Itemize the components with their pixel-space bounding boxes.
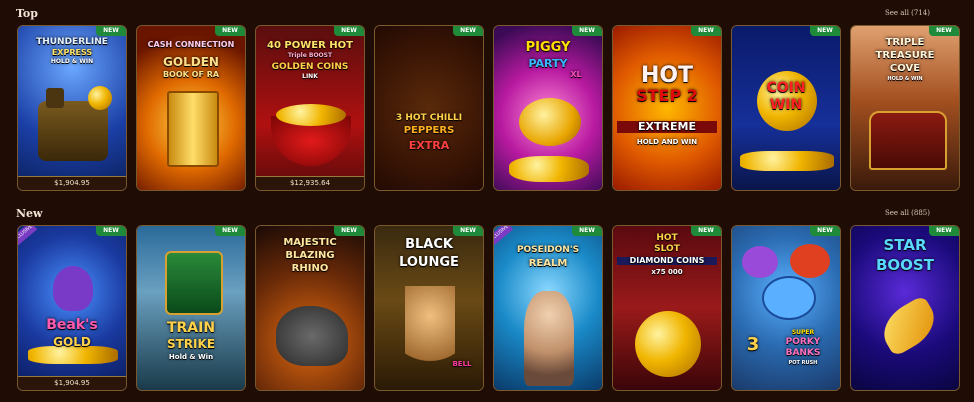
game-title-line2: PARTY	[528, 57, 568, 70]
new-badge: NEW	[810, 26, 840, 36]
game-title-line1: Beak's	[46, 317, 98, 333]
game-title-line3: COVE	[889, 63, 921, 74]
game-title-line1: CASH CONNECTION	[147, 40, 235, 49]
section-title-top: Top	[16, 7, 38, 20]
game-title-line3: DIAMOND COINS	[617, 256, 717, 266]
new-badge: NEW	[453, 226, 483, 236]
game-title-line3: RHINO	[291, 263, 329, 274]
game-title-line1: BLACK	[405, 237, 453, 252]
new-badge: NEW	[572, 226, 602, 236]
new-badge: NEW	[96, 26, 126, 36]
game-title-line1: HOT	[640, 63, 694, 88]
game-title-line2: Triple BOOST	[287, 52, 333, 59]
game-title-line1: STAR	[883, 236, 927, 254]
section-title-new: New	[16, 207, 43, 220]
game-title-line1: 3	[746, 334, 760, 355]
game-title-line2: LOUNGE	[399, 255, 459, 270]
new-games-row: Beak's GOLD EXCLUSIVE NEW $1,904.95 TRAI…	[17, 225, 960, 392]
game-title-line2: BOOST	[876, 256, 934, 274]
game-title-line2: STRIKE	[166, 337, 216, 351]
new-badge: NEW	[929, 226, 959, 236]
game-title-line2: GOLD	[53, 335, 91, 349]
game-card-thunderline-express[interactable]: THUNDERLINE EXPRESS HOLD & WIN NEW $1,90…	[17, 25, 127, 191]
game-title-line1: 3 HOT CHILLI	[395, 113, 463, 123]
jackpot-amount: $1,904.95	[18, 376, 126, 390]
game-title-line4: HOLD AND WIN	[636, 138, 698, 146]
corner-logo: BELL	[452, 360, 472, 368]
game-title-line4: LINK	[302, 73, 318, 80]
game-card-golden-book-of-ra[interactable]: CASH CONNECTION GOLDEN BOOK OF RA NEW	[136, 25, 246, 191]
game-card-piggy-party-xl[interactable]: PIGGY PARTY XL NEW	[493, 25, 603, 191]
game-card-coin-win[interactable]: COIN WIN NEW	[731, 25, 841, 191]
game-title-line2: TREASURE	[875, 50, 935, 61]
game-card-triple-treasure-cove[interactable]: TRIPLE TREASURE COVE HOLD & WIN NEW	[850, 25, 960, 191]
new-badge: NEW	[215, 226, 245, 236]
game-title-line2: STEP 2	[636, 86, 698, 105]
new-badge: NEW	[810, 226, 840, 236]
game-title-line2: PEPPERS	[403, 125, 455, 136]
game-title-line1: MAJESTIC	[283, 237, 337, 248]
game-title-line1: TRIPLE	[885, 37, 925, 48]
game-title-line4: x75 000	[651, 268, 683, 276]
game-title-line2: SUPER	[791, 329, 815, 336]
game-title-line1: THUNDERLINE	[36, 37, 108, 47]
game-title-line2: EXPRESS	[51, 48, 93, 57]
new-badge: NEW	[453, 26, 483, 36]
new-badge: NEW	[929, 26, 959, 36]
game-title-line3: GOLDEN COINS	[271, 62, 349, 72]
jackpot-amount: $12,935.64	[256, 176, 364, 190]
game-title-line2: REALM	[528, 258, 568, 269]
game-card-majestic-blazing-rhino[interactable]: MAJESTIC BLAZING RHINO NEW	[255, 225, 365, 391]
see-all-top-link[interactable]: See all (714)	[885, 9, 930, 17]
game-card-3-super-porky-banks[interactable]: 3 SUPER PORKY BANKS POT RUSH NEW	[731, 225, 841, 391]
game-title-line5: POT RUSH	[788, 360, 818, 366]
game-title-line3: PORKY	[785, 337, 821, 347]
game-title-line3: HOLD & WIN	[50, 58, 94, 65]
game-card-hot-slot-diamond-coins[interactable]: HOT SLOT DIAMOND COINS x75 000 NEW	[612, 225, 722, 391]
new-badge: NEW	[572, 26, 602, 36]
game-card-star-boost[interactable]: STAR BOOST NEW	[850, 225, 960, 391]
game-card-poseidons-realm[interactable]: POSEIDON'S REALM EXCLUSIVE NEW	[493, 225, 603, 391]
new-badge: NEW	[334, 26, 364, 36]
game-title-line1: PIGGY	[525, 40, 571, 55]
game-title-line1: POSEIDON'S	[516, 245, 580, 255]
game-card-hot-step-2-extreme[interactable]: HOT STEP 2 EXTREME HOLD AND WIN NEW	[612, 25, 722, 191]
new-badge: NEW	[334, 226, 364, 236]
game-title-line2: WIN	[769, 97, 803, 113]
game-card-train-strike[interactable]: TRAIN STRIKE Hold & Win NEW	[136, 225, 246, 391]
game-title-line3: BOOK OF RA	[162, 70, 220, 79]
new-badge: NEW	[691, 26, 721, 36]
game-title-line2: BLAZING	[285, 250, 335, 261]
game-title-line3: EXTRA	[408, 139, 450, 152]
jackpot-amount: $1,904.95	[18, 176, 126, 190]
game-title-line2: GOLDEN	[163, 55, 219, 69]
game-title-line3: EXTREME	[617, 121, 717, 133]
game-title-line3: XL	[570, 70, 582, 79]
new-badge: NEW	[215, 26, 245, 36]
new-badge: NEW	[96, 226, 126, 236]
game-title-line1: COIN	[766, 80, 806, 96]
game-card-black-lounge[interactable]: BLACK LOUNGE BELL NEW	[374, 225, 484, 391]
game-card-3-hot-chilli-peppers-extra[interactable]: 3 HOT CHILLI PEPPERS EXTRA NEW	[374, 25, 484, 191]
game-title-line1: 40 POWER HOT	[267, 40, 353, 51]
game-title-line4: BANKS	[785, 348, 821, 358]
top-games-row: THUNDERLINE EXPRESS HOLD & WIN NEW $1,90…	[17, 25, 960, 192]
game-title-line3: Hold & Win	[168, 353, 214, 361]
game-title-line2: SLOT	[654, 244, 680, 254]
see-all-new-link[interactable]: See all (885)	[885, 209, 930, 217]
game-title-line4: HOLD & WIN	[887, 76, 923, 82]
new-badge: NEW	[691, 226, 721, 236]
game-title-line1: TRAIN	[166, 320, 216, 336]
game-card-40-power-hot[interactable]: 40 POWER HOT Triple BOOST GOLDEN COINS L…	[255, 25, 365, 191]
game-card-beaks-gold[interactable]: Beak's GOLD EXCLUSIVE NEW $1,904.95	[17, 225, 127, 391]
